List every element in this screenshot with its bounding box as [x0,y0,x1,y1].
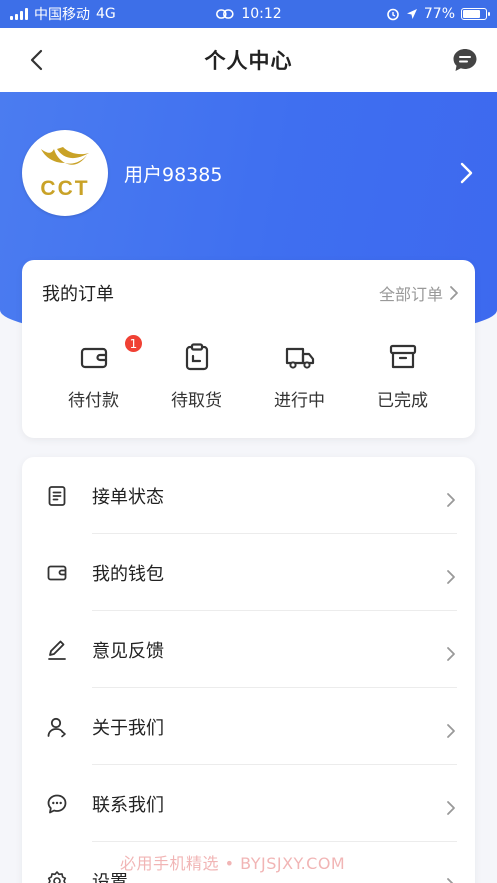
chat-dots-icon [47,794,67,814]
order-status-label: 进行中 [274,391,325,411]
archive-box-icon [389,344,416,369]
battery-level [463,10,480,18]
menu-item-label: 我的钱包 [92,563,164,585]
messages-button[interactable] [451,46,479,74]
chevron-right-icon [447,801,455,815]
chevron-right-icon [447,724,455,738]
order-status-in-progress[interactable]: 进行中 [248,342,351,411]
username: 用户98385 [124,163,223,186]
order-status-label: 已完成 [377,391,428,411]
status-bar: 中国移动 4G 10:12 77% [0,0,497,28]
pending-payment-badge: 1 [124,334,143,353]
status-left: 中国移动 4G [10,4,116,24]
order-status-completed[interactable]: 已完成 [351,342,454,411]
page-title: 个人中心 [204,49,293,73]
order-status-label: 待取货 [171,391,222,411]
document-icon [48,486,66,506]
menu-item-contact-us[interactable]: 联系我们 [22,765,475,842]
signal-strength-icon [10,8,28,20]
menu-item-about-us[interactable]: 关于我们 [22,688,475,765]
user-icon [47,717,66,738]
orders-title: 我的订单 [42,284,114,305]
carrier-name: 中国移动 [34,7,90,23]
watermark-text: 必用手机精选 • BYJSJXY.COM [120,854,346,873]
status-center: 10:12 [215,6,282,22]
network-type: 4G [96,6,116,22]
wallet-icon [80,347,107,369]
menu-item-feedback[interactable]: 意见反馈 [22,611,475,688]
alarm-icon [387,8,399,21]
clipboard-icon [185,343,208,371]
chat-bubble-icon [453,49,477,71]
edit-pen-icon [48,640,66,660]
view-all-orders-label: 全部订单 [378,285,443,304]
menu-item-label: 接单状态 [92,486,164,508]
menu-item-label: 联系我们 [92,794,164,816]
chevron-right-icon [447,647,455,661]
order-status-pending-pickup[interactable]: 待取货 [145,342,248,411]
order-status-row: 1 待付款 待取货 进行中 已完成 [22,334,475,411]
link-icon [215,9,234,19]
chevron-right-icon [450,286,458,300]
order-status-label: 待付款 [68,391,119,411]
settings-gear-icon [47,871,67,883]
orders-card: 我的订单 全部订单 1 待付款 待取货 进行中 已完成 [22,260,475,438]
orders-header: 我的订单 全部订单 [42,280,459,306]
truck-icon [285,347,314,369]
menu-item-label: 关于我们 [92,717,164,739]
chevron-right-icon [447,570,455,584]
status-time: 10:12 [241,6,282,22]
profile-page: 中国移动 4G 10:12 77% 个人中心 CCT 用户98385 我的订单 … [0,0,497,883]
chevron-right-icon [447,878,454,883]
back-button[interactable] [18,42,54,78]
battery-percent: 77% [423,6,455,22]
location-arrow-icon [406,9,417,19]
menu-item-order-status[interactable]: 接单状态 [22,457,475,534]
view-all-orders-link[interactable]: 全部订单 [379,281,459,305]
company-logo-icon [41,147,89,165]
menu-item-label: 意见反馈 [92,640,164,662]
nav-bar: 个人中心 [0,28,497,92]
wallet-icon [47,565,67,581]
menu-item-wallet[interactable]: 我的钱包 [22,534,475,611]
chevron-right-icon [447,493,455,507]
avatar-logo-text: CCT [40,177,90,200]
battery-icon [461,8,490,20]
status-right: 77% [386,6,490,22]
chevron-left-icon [30,49,43,71]
menu-card: 接单状态 我的钱包 意见反馈 关于我们 联系我们 设置 [22,457,475,883]
chevron-right-icon [460,162,473,184]
order-status-pending-payment[interactable]: 1 待付款 [42,334,145,411]
profile-row[interactable]: CCT 用户98385 [22,128,477,218]
avatar[interactable]: CCT [22,130,108,216]
